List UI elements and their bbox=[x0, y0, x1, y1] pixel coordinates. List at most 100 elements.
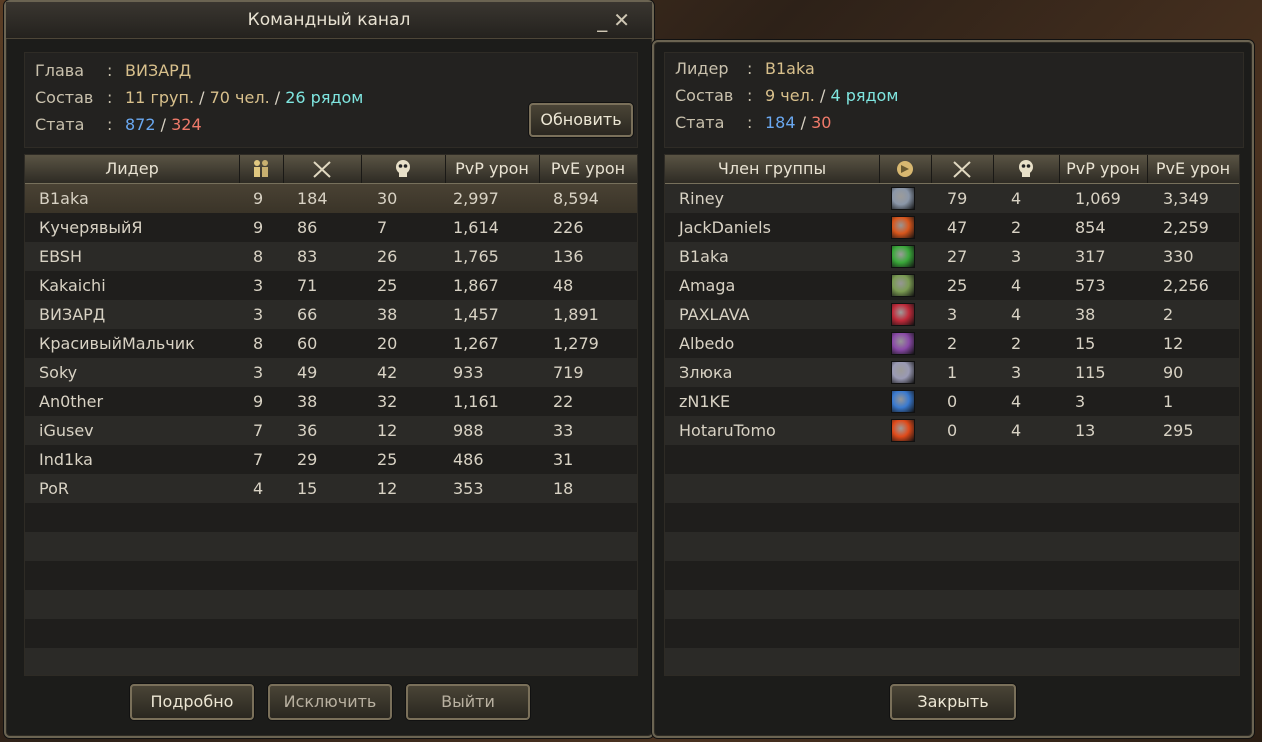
composition-label: Состав bbox=[35, 88, 94, 107]
table-row[interactable]: Ind1ka 7 29 25 486 31 bbox=[25, 445, 637, 474]
empty-table-row bbox=[665, 619, 1239, 648]
empty-table-row bbox=[25, 590, 637, 619]
details-button[interactable]: Подробно bbox=[130, 684, 254, 720]
empty-table-row bbox=[25, 503, 637, 532]
command-channel-window: Командный канал _✕ Глава: ВИЗАРД Состав:1… bbox=[4, 0, 654, 738]
column-member[interactable]: Член группы bbox=[665, 155, 880, 183]
table-row[interactable]: An0ther 9 38 32 1,161 22 bbox=[25, 387, 637, 416]
kills-cell: 184 bbox=[297, 189, 328, 208]
table-row[interactable]: Riney 79 4 1,069 3,349 bbox=[665, 184, 1239, 213]
pvp-cell: 38 bbox=[1075, 305, 1096, 324]
pvp-cell: 486 bbox=[453, 450, 484, 469]
column-pvp-damage[interactable]: PvP урон bbox=[1059, 155, 1148, 183]
group-size: 8 bbox=[253, 247, 264, 266]
stats-row: Стата:872 / 324 bbox=[35, 113, 202, 137]
table-row[interactable]: Albedo 2 2 15 12 bbox=[665, 329, 1239, 358]
group-stats-label: Стата bbox=[675, 113, 725, 132]
column-pve-damage[interactable]: PvE урон bbox=[539, 155, 637, 183]
member-name: Злюка bbox=[679, 363, 733, 382]
refresh-button[interactable]: Обновить bbox=[529, 103, 633, 137]
group-members-count: 9 чел. bbox=[765, 86, 815, 105]
empty-table-row bbox=[665, 474, 1239, 503]
channel-info-box: Глава: ВИЗАРД Состав:11 груп. / 70 чел. /… bbox=[24, 52, 638, 148]
table-row[interactable]: PoR 4 15 12 353 18 bbox=[25, 474, 637, 503]
pvp-cell: 1,069 bbox=[1075, 189, 1121, 208]
group-nearby-count: 4 рядом bbox=[830, 86, 899, 105]
people-icon[interactable] bbox=[239, 155, 284, 183]
table-row[interactable]: iGusev 7 36 12 988 33 bbox=[25, 416, 637, 445]
table-row[interactable]: B1aka 27 3 317 330 bbox=[665, 242, 1239, 271]
member-name: Amaga bbox=[679, 276, 736, 295]
group-info-box: Лидер: B1aka Состав:9 чел. / 4 рядом Стат… bbox=[664, 52, 1244, 148]
group-kills-value: 184 bbox=[765, 113, 796, 132]
leader-name: B1aka bbox=[39, 189, 89, 208]
deaths-cell: 25 bbox=[377, 450, 398, 469]
leader-label: Лидер bbox=[675, 59, 729, 78]
skull-icon[interactable] bbox=[361, 155, 446, 183]
class-emblem-icon[interactable] bbox=[879, 155, 932, 183]
table-row[interactable]: JackDaniels 47 2 854 2,259 bbox=[665, 213, 1239, 242]
stats-label: Стата bbox=[35, 115, 85, 134]
table-row[interactable]: КучерявыйЯ 9 86 7 1,614 226 bbox=[25, 213, 637, 242]
table-row[interactable]: PAXLAVA 3 4 38 2 bbox=[665, 300, 1239, 329]
crossed-swords-icon[interactable] bbox=[931, 155, 994, 183]
pvp-cell: 3 bbox=[1075, 392, 1086, 411]
pvp-cell: 1,457 bbox=[453, 305, 499, 324]
group-window: Лидер: B1aka Состав:9 чел. / 4 рядом Стат… bbox=[652, 40, 1254, 738]
deaths-cell: 4 bbox=[1011, 421, 1022, 440]
leader-name: iGusev bbox=[39, 421, 94, 440]
class-icon-blade bbox=[891, 303, 915, 326]
deaths-cell: 42 bbox=[377, 363, 398, 382]
deaths-cell: 7 bbox=[377, 218, 388, 237]
class-icon-fire bbox=[891, 216, 915, 239]
table-row[interactable]: Amaga 25 4 573 2,256 bbox=[665, 271, 1239, 300]
column-pvp-damage[interactable]: PvP урон bbox=[445, 155, 540, 183]
column-leader[interactable]: Лидер bbox=[25, 155, 240, 183]
table-row[interactable]: КрасивыйМальчик 8 60 20 1,267 1,279 bbox=[25, 329, 637, 358]
pve-cell: 2,259 bbox=[1163, 218, 1209, 237]
group-composition-label: Состав bbox=[675, 86, 734, 105]
member-name: B1aka bbox=[679, 247, 729, 266]
table-row[interactable]: Soky 3 49 42 933 719 bbox=[25, 358, 637, 387]
pvp-cell: 115 bbox=[1075, 363, 1106, 382]
pve-cell: 136 bbox=[553, 247, 584, 266]
leave-button[interactable]: Выйти bbox=[406, 684, 530, 720]
leaders-table-header: Лидер PvP урон PvE урон bbox=[25, 155, 637, 184]
minimize-icon[interactable]: _ bbox=[597, 8, 613, 32]
table-row[interactable]: EBSH 8 83 26 1,765 136 bbox=[25, 242, 637, 271]
table-row[interactable]: HotaruTomo 0 4 13 295 bbox=[665, 416, 1239, 445]
table-row[interactable]: ВИЗАРД 3 66 38 1,457 1,891 bbox=[25, 300, 637, 329]
window-titlebar[interactable]: Командный канал _✕ bbox=[6, 2, 652, 39]
group-size: 7 bbox=[253, 421, 264, 440]
skull-icon[interactable] bbox=[993, 155, 1060, 183]
empty-table-row bbox=[25, 619, 637, 648]
deaths-cell: 12 bbox=[377, 421, 398, 440]
group-size: 9 bbox=[253, 392, 264, 411]
empty-table-row bbox=[665, 648, 1239, 675]
class-icon-shadow bbox=[891, 332, 915, 355]
column-pve-damage[interactable]: PvE урон bbox=[1147, 155, 1239, 183]
kick-button[interactable]: Исключить bbox=[268, 684, 392, 720]
pve-cell: 3,349 bbox=[1163, 189, 1209, 208]
composition-row: Состав:11 груп. / 70 чел. / 26 рядом bbox=[35, 86, 363, 110]
table-row[interactable]: B1aka 9 184 30 2,997 8,594 bbox=[25, 184, 637, 213]
group-size: 3 bbox=[253, 276, 264, 295]
crossed-swords-icon[interactable] bbox=[283, 155, 362, 183]
close-button[interactable]: Закрыть bbox=[890, 684, 1016, 720]
class-icon-flame bbox=[891, 419, 915, 442]
class-icon-water bbox=[891, 390, 915, 413]
close-icon[interactable]: ✕ bbox=[613, 8, 636, 32]
table-row[interactable]: Kakaichi 3 71 25 1,867 48 bbox=[25, 271, 637, 300]
table-row[interactable]: Злюка 1 3 115 90 bbox=[665, 358, 1239, 387]
deaths-cell: 3 bbox=[1011, 247, 1022, 266]
deaths-cell: 20 bbox=[377, 334, 398, 353]
kills-cell: 1 bbox=[947, 363, 958, 382]
group-size: 3 bbox=[253, 363, 264, 382]
deaths-value: 324 bbox=[171, 115, 202, 134]
deaths-cell: 32 bbox=[377, 392, 398, 411]
pve-cell: 1 bbox=[1163, 392, 1174, 411]
leader-name: ВИЗАРД bbox=[39, 305, 106, 324]
pvp-cell: 2,997 bbox=[453, 189, 499, 208]
table-row[interactable]: zN1KE 0 4 3 1 bbox=[665, 387, 1239, 416]
kills-cell: 86 bbox=[297, 218, 318, 237]
